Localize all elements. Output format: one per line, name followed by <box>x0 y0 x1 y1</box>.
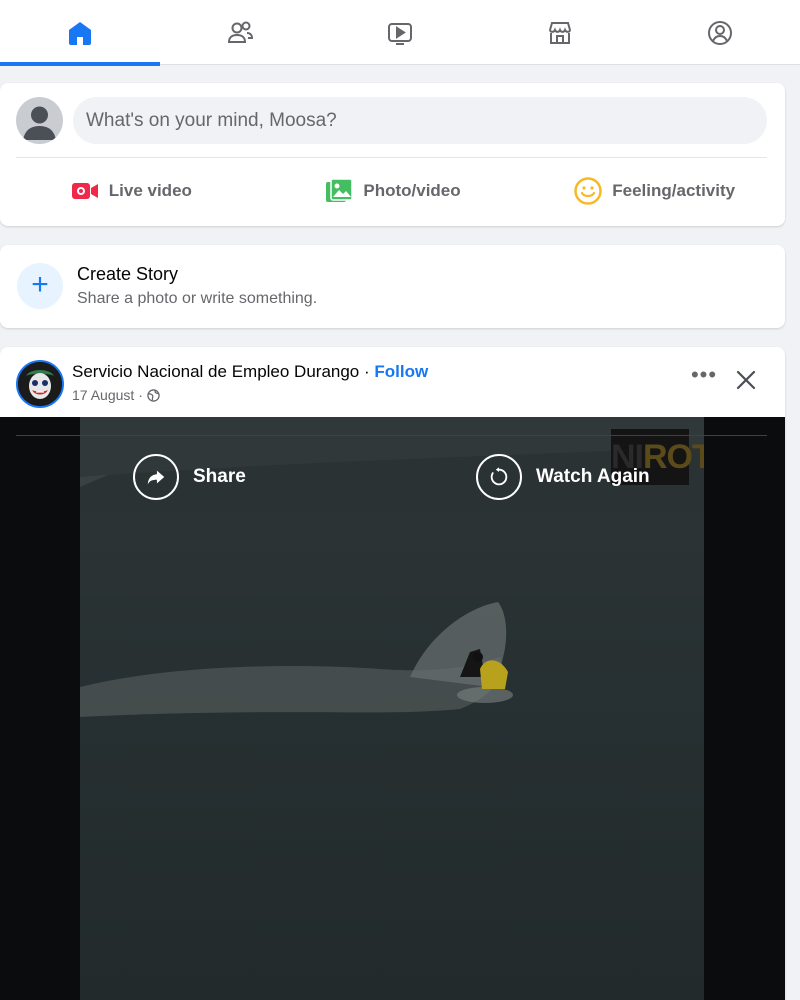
live-video-icon <box>71 183 98 199</box>
plus-icon[interactable]: + <box>17 263 63 309</box>
marketplace-icon <box>549 21 571 44</box>
default-avatar-icon <box>23 106 56 140</box>
feeling-icon <box>574 177 603 205</box>
post-header-line: Servicio Nacional de Empleo Durango · Fo… <box>72 362 428 382</box>
close-icon[interactable] <box>733 367 759 393</box>
profile-icon <box>708 20 732 45</box>
watch-again-button[interactable]: Watch Again <box>476 454 650 500</box>
tab-marketplace[interactable] <box>480 0 640 65</box>
joker-avatar-icon <box>18 362 62 406</box>
create-story-card[interactable]: + Create Story Share a photo or write so… <box>0 245 785 328</box>
create-story-title: Create Story <box>77 264 179 284</box>
post-author-name[interactable]: Servicio Nacional de Empleo Durango <box>72 362 359 381</box>
composer-divider <box>16 157 767 158</box>
video-frame: NIROT <box>80 417 704 1000</box>
photo-video-label: Photo/video <box>363 181 461 200</box>
top-nav <box>0 0 800 66</box>
composer-input[interactable]: What's on your mind, Moosa? <box>73 97 767 144</box>
tab-friends[interactable] <box>160 0 320 65</box>
live-video-button[interactable]: Live video <box>0 167 262 215</box>
feeling-activity-button[interactable]: Feeling/activity <box>523 167 785 215</box>
composer-actions: Live video Photo/video Feeling/activity <box>0 167 785 215</box>
post-date[interactable]: 17 August <box>72 387 134 403</box>
tab-home[interactable] <box>0 0 160 66</box>
home-icon <box>69 21 91 45</box>
user-avatar[interactable] <box>16 97 63 144</box>
post-video[interactable]: NIROT Share Watch Again <box>0 417 785 1000</box>
share-label: Share <box>193 466 246 487</box>
more-options-button[interactable]: ••• <box>690 364 718 389</box>
tab-profile[interactable] <box>640 0 800 65</box>
video-icon <box>388 22 412 45</box>
share-overlay-button[interactable]: Share <box>133 454 246 500</box>
video-divider <box>16 435 767 436</box>
author-separator: · <box>359 362 375 381</box>
globe-icon <box>147 388 160 402</box>
feed-post: Servicio Nacional de Empleo Durango · Fo… <box>0 347 785 1000</box>
follow-link[interactable]: Follow <box>374 362 428 381</box>
feeling-activity-label: Feeling/activity <box>612 181 736 200</box>
create-story-subtitle: Share a photo or write something. <box>77 290 318 307</box>
jet-ski-scene <box>80 417 704 717</box>
meta-separator: · <box>138 387 143 403</box>
live-video-label: Live video <box>108 181 192 200</box>
photo-icon <box>326 178 354 202</box>
watch-again-label: Watch Again <box>536 466 650 487</box>
friends-icon <box>227 21 254 43</box>
watermark-right: ROT <box>643 438 704 476</box>
photo-video-button[interactable]: Photo/video <box>262 167 524 215</box>
tab-watch[interactable] <box>320 0 480 65</box>
share-icon <box>133 454 179 500</box>
page-avatar[interactable] <box>16 360 64 408</box>
post-composer: What's on your mind, Moosa? Live video P… <box>0 83 785 226</box>
post-meta: 17 August · <box>72 387 160 403</box>
replay-icon <box>476 454 522 500</box>
